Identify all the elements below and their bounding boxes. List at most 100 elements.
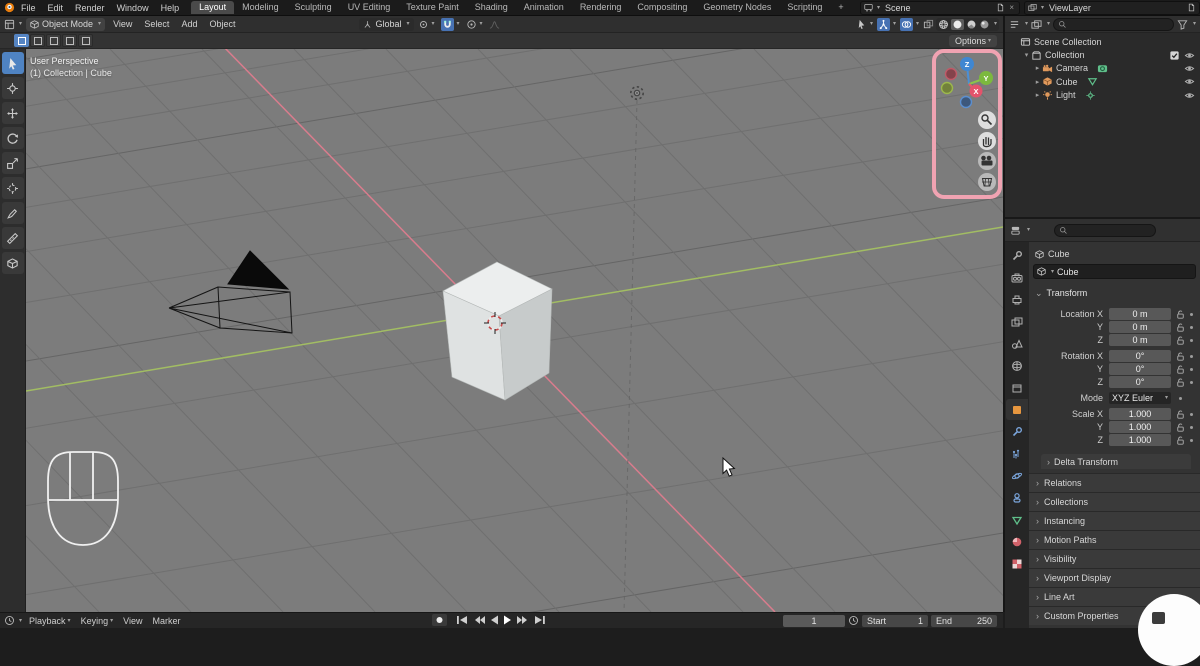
outliner-row-light[interactable]: ▸Light (1005, 89, 1200, 102)
select-mode-invert[interactable] (62, 34, 77, 47)
transform-value-field[interactable]: 0° (1109, 350, 1171, 362)
breadcrumb-object[interactable]: Cube (1048, 249, 1070, 259)
editor-type-icon[interactable] (4, 19, 15, 30)
properties-tab-view-layer[interactable] (1006, 311, 1028, 332)
use-preview-range-icon[interactable] (848, 615, 859, 626)
hide-eye-icon[interactable] (1184, 90, 1195, 101)
properties-tab-texture[interactable] (1006, 553, 1028, 574)
section-instancing[interactable]: ›Instancing (1029, 511, 1200, 530)
transform-value-field[interactable]: 0 m (1109, 334, 1171, 346)
mesh-data-icon[interactable] (1087, 76, 1098, 87)
prev-keyframe-button[interactable] (475, 616, 485, 624)
properties-tab-physics[interactable] (1006, 465, 1028, 486)
properties-tab-scene[interactable] (1006, 333, 1028, 354)
shading-material-icon[interactable] (966, 19, 977, 30)
xray-toggle[interactable] (921, 19, 936, 30)
scene-name[interactable]: Scene (882, 3, 994, 13)
properties-tab-modifiers[interactable] (1006, 421, 1028, 442)
lock-icon[interactable] (1175, 409, 1186, 420)
falloff-dropdown[interactable] (487, 19, 502, 30)
workspace-tab-rendering[interactable]: Rendering (572, 1, 630, 14)
pan-hand-button[interactable] (978, 132, 996, 150)
outliner-item-label[interactable]: Cube (1056, 77, 1078, 87)
tool-annotate-button[interactable] (2, 202, 24, 224)
transform-value-field[interactable]: 1.000 (1109, 408, 1171, 420)
workspace-tab-compositing[interactable]: Compositing (629, 1, 695, 14)
workspace-tab-geometry-nodes[interactable]: Geometry Nodes (695, 1, 779, 14)
transform-value-field[interactable]: 0 m (1109, 321, 1171, 333)
outliner-item-label[interactable]: Scene Collection (1034, 37, 1102, 47)
camera-data-icon[interactable] (1097, 63, 1108, 74)
tool-select-button[interactable] (2, 52, 24, 74)
properties-editor-icon[interactable] (1010, 225, 1021, 236)
jump-to-start-button[interactable] (457, 616, 467, 624)
timeline-menu-marker[interactable]: Marker (147, 616, 185, 626)
workspace-tab-shading[interactable]: Shading (467, 1, 516, 14)
tool-add-cube-button[interactable] (2, 252, 24, 274)
transform-value-field[interactable]: 0 m (1109, 308, 1171, 320)
workspace-tab-texture-paint[interactable]: Texture Paint (398, 1, 467, 14)
tool-measure-button[interactable] (2, 227, 24, 249)
record-button[interactable] (432, 614, 447, 626)
shading-wireframe-icon[interactable] (938, 19, 949, 30)
workspace-tab-sculpting[interactable]: Sculpting (287, 1, 340, 14)
frame-end-field[interactable]: End 250 (931, 615, 997, 627)
orientation-dropdown[interactable]: Global ▾ (359, 18, 413, 31)
play-reverse-button[interactable] (491, 616, 498, 625)
expand-open-icon[interactable]: ▾ (1022, 51, 1031, 59)
outliner-filter-icon[interactable] (1031, 19, 1042, 30)
properties-tab-tool[interactable] (1006, 245, 1028, 266)
timeline-menu-keying[interactable]: Keying▾ (76, 616, 119, 626)
viewport-menu-object[interactable]: Object (203, 19, 241, 29)
lock-icon[interactable] (1175, 322, 1186, 333)
animate-dot-icon[interactable] (1190, 355, 1193, 358)
cube-object[interactable] (443, 262, 552, 400)
tool-cursor-button[interactable] (2, 77, 24, 99)
animate-dot-icon[interactable] (1179, 397, 1182, 400)
lock-icon[interactable] (1175, 351, 1186, 362)
properties-tab-material[interactable] (1006, 531, 1028, 552)
scene-selector[interactable]: ▾ Scene × (860, 1, 1020, 15)
select-mode-extend[interactable] (30, 34, 45, 47)
mode-dropdown[interactable]: Object Mode ▾ (26, 18, 105, 31)
gizmo-neg-z-handle[interactable] (961, 97, 972, 108)
viewport-menu-select[interactable]: Select (138, 19, 175, 29)
menu-render[interactable]: Render (69, 3, 111, 13)
overlays-toggle[interactable]: ▾ (898, 18, 921, 31)
animate-dot-icon[interactable] (1190, 313, 1193, 316)
hide-eye-icon[interactable] (1184, 76, 1195, 87)
expand-closed-icon[interactable]: ▸ (1033, 78, 1042, 86)
outliner-search[interactable] (1053, 18, 1174, 31)
snap-toggle[interactable]: ▾ (439, 18, 462, 31)
animate-dot-icon[interactable] (1190, 426, 1193, 429)
camera-view-button[interactable] (978, 152, 996, 170)
properties-tab-collection[interactable] (1006, 377, 1028, 398)
ortho-toggle-button[interactable] (978, 173, 996, 191)
jump-to-end-button[interactable] (535, 616, 545, 624)
timeline-menu-playback[interactable]: Playback▾ (24, 616, 76, 626)
viewport-menu-view[interactable]: View (107, 19, 138, 29)
shading-solid-icon[interactable] (951, 19, 964, 30)
pivot-dropdown[interactable]: ▾ (416, 19, 437, 30)
workspace-tab-uv-editing[interactable]: UV Editing (340, 1, 399, 14)
menu-window[interactable]: Window (111, 3, 155, 13)
shading-rendered-icon[interactable] (979, 19, 990, 30)
select-mode-subtract[interactable] (46, 34, 61, 47)
transform-panel-header[interactable]: ⌄ Transform (1035, 286, 1200, 300)
section-collections[interactable]: ›Collections (1029, 492, 1200, 511)
tool-move-button[interactable] (2, 102, 24, 124)
timeline-editor-icon[interactable] (4, 615, 15, 626)
frame-start-field[interactable]: Start 1 (862, 615, 928, 627)
transform-value-field[interactable]: 0° (1109, 376, 1171, 388)
section-visibility[interactable]: ›Visibility (1029, 549, 1200, 568)
new-scene-icon[interactable] (996, 3, 1005, 12)
next-keyframe-button[interactable] (517, 616, 527, 624)
properties-tab-particles[interactable] (1006, 443, 1028, 464)
hide-eye-icon[interactable] (1184, 63, 1195, 74)
transform-value-field[interactable]: 1.000 (1109, 434, 1171, 446)
workspace-tab-animation[interactable]: Animation (516, 1, 572, 14)
animate-dot-icon[interactable] (1190, 339, 1193, 342)
section-relations[interactable]: ›Relations (1029, 473, 1200, 492)
options-button[interactable]: Options ▾ (949, 35, 997, 47)
navigation-gizmo[interactable]: Z Y X (942, 57, 994, 108)
